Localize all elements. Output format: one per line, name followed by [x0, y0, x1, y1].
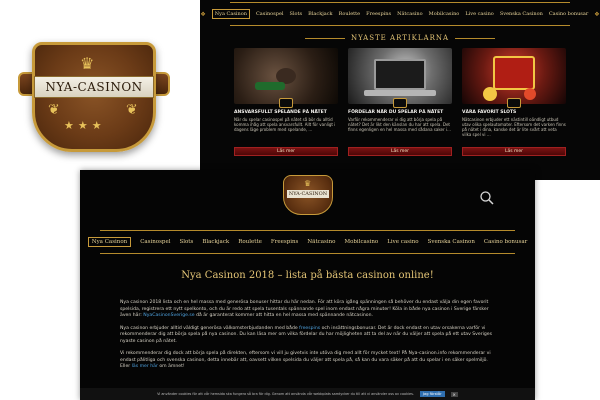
- article-image-poker[interactable]: [234, 48, 338, 104]
- nav-item-svenska-casinon[interactable]: Svenska Casinon: [500, 11, 543, 17]
- intro-text: Nya casinon 2018 lista och en hel massa …: [120, 300, 495, 377]
- nya-casinon-sverige-link[interactable]: NyaCasinonSverige.se: [143, 313, 194, 318]
- nav-item-blackjack[interactable]: Blackjack: [202, 239, 229, 245]
- page-title: Nya Casinon 2018 – lista på bästa casino…: [181, 270, 434, 281]
- nav-item-mobilcasino[interactable]: Mobilcasino: [429, 11, 460, 17]
- read-more-link[interactable]: läs mer här: [132, 364, 158, 369]
- nav-item-natcasino[interactable]: Nätcasino: [397, 11, 423, 17]
- nav-item-svenska-casinon[interactable]: Svenska Casinon: [428, 239, 475, 245]
- nav-item-freespins[interactable]: Freespins: [271, 239, 298, 245]
- paragraph-3: Vi rekommenderar dig dock att börja spel…: [120, 351, 495, 371]
- nav-ornament-left-icon: ❖: [200, 10, 206, 18]
- article-title[interactable]: Fördelar när du spelar på nätet: [348, 110, 452, 115]
- logo-banner: NYA-CASINON: [34, 76, 154, 98]
- bottom-screenshot: ♛ NYA-CASINON ❖ Nya Casinon Casinospel S…: [80, 170, 535, 400]
- crown-icon: ♛: [304, 179, 312, 188]
- article-image-slots[interactable]: [462, 48, 566, 104]
- nav-item-slots[interactable]: Slots: [290, 11, 303, 17]
- crown-icon: ♛: [80, 54, 95, 73]
- article-cards: Ansvarsfullt spelande på nätet När du sp…: [234, 48, 566, 156]
- paragraph-text: då är garanterat kommer att hitta en hel…: [194, 313, 373, 318]
- nav-item-natcasino[interactable]: Nätcasino: [307, 239, 335, 245]
- search-icon[interactable]: [479, 190, 495, 206]
- laurel-right-icon: ❦: [126, 102, 138, 118]
- read-more-button[interactable]: Läs mer: [348, 147, 452, 156]
- paragraph-1: Nya casinon 2018 lista och en hel massa …: [120, 300, 495, 320]
- nav-item-casinospel[interactable]: Casinospel: [140, 239, 170, 245]
- main-nav: ❖ Nya Casinon Casinospel Slots Blackjack…: [87, 230, 527, 254]
- nav-item-live-casino[interactable]: Live casino: [465, 11, 493, 17]
- read-more-button[interactable]: Läs mer: [234, 147, 338, 156]
- card-badge-icon: [279, 98, 293, 108]
- site-logo-text: NYA-CASINON: [287, 190, 329, 198]
- article-excerpt: Varför rekommenderar vi dig att börja sp…: [348, 117, 452, 132]
- latest-articles-title: NYASTE ARTIKLARNA: [200, 34, 600, 42]
- article-excerpt: När du spelar casinospel på nätet så bör…: [234, 117, 336, 132]
- article-title[interactable]: Våra favorit slots: [462, 110, 566, 115]
- card-badge-icon: [393, 98, 407, 108]
- collage-canvas: ♛ NYA-CASINON ❦ ❦ ★★★ ❖ Nya Casinon Casi…: [0, 0, 600, 400]
- freespins-link[interactable]: freespins: [299, 326, 320, 331]
- nav-item-nya-casinon[interactable]: Nya Casinon: [87, 237, 132, 247]
- nav-item-freespins[interactable]: Freespins: [366, 11, 391, 17]
- nav-item-roulette[interactable]: Roulette: [339, 11, 361, 17]
- site-logo[interactable]: ♛ NYA-CASINON: [283, 175, 333, 215]
- paragraph-text: Nya casinon erbjuder alltid väldigt gene…: [120, 325, 300, 331]
- nav-ornament-right-icon: ❖: [594, 10, 600, 18]
- nav-item-live-casino[interactable]: Live casino: [387, 239, 418, 245]
- top-screenshot: ❖ Nya Casinon Casinospel Slots Blackjack…: [200, 0, 600, 180]
- article-card: Våra favorit slots Nätcasinon erbjuder e…: [462, 48, 566, 156]
- read-more-button[interactable]: Läs mer: [462, 147, 566, 156]
- nav-item-roulette[interactable]: Roulette: [238, 239, 262, 245]
- close-icon[interactable]: ×: [450, 391, 458, 397]
- paragraph-2: Nya casinon erbjuder alltid väldigt gene…: [120, 326, 495, 346]
- article-excerpt: Nätcasinon erbjuder ett nästintill oändl…: [462, 117, 566, 137]
- nav-item-mobilcasino[interactable]: Mobilcasino: [344, 239, 378, 245]
- cookie-text: Vi använder cookies för att vår hemsida …: [157, 392, 414, 396]
- nya-casinon-logo: ♛ NYA-CASINON ❦ ❦ ★★★: [14, 24, 174, 164]
- card-badge-icon: [507, 98, 521, 108]
- nav-item-nya-casinon[interactable]: Nya Casinon: [211, 9, 250, 19]
- cookie-bar: Vi använder cookies för att vår hemsida …: [80, 388, 535, 400]
- article-card: Fördelar när du spelar på nätet Varför r…: [348, 48, 452, 156]
- nav-item-slots[interactable]: Slots: [179, 239, 193, 245]
- paragraph-text: om ämnet!: [157, 364, 185, 369]
- nav-item-casino-bonusar[interactable]: Casino bonusar: [484, 239, 527, 245]
- laurel-left-icon: ❦: [48, 102, 60, 118]
- article-title[interactable]: Ansvarsfullt spelande på nätet: [234, 110, 338, 115]
- nav-item-casino-bonusar[interactable]: Casino bonusar: [549, 11, 588, 17]
- nav-item-blackjack[interactable]: Blackjack: [308, 11, 332, 17]
- article-card: Ansvarsfullt spelande på nätet När du sp…: [234, 48, 338, 156]
- top-main-nav: ❖ Nya Casinon Casinospel Slots Blackjack…: [200, 2, 600, 26]
- stars-icon: ★★★: [64, 119, 106, 132]
- article-image-laptop[interactable]: [348, 48, 452, 104]
- nav-item-casinospel[interactable]: Casinospel: [256, 11, 284, 17]
- cookie-accept-button[interactable]: Jag förstår: [419, 391, 445, 397]
